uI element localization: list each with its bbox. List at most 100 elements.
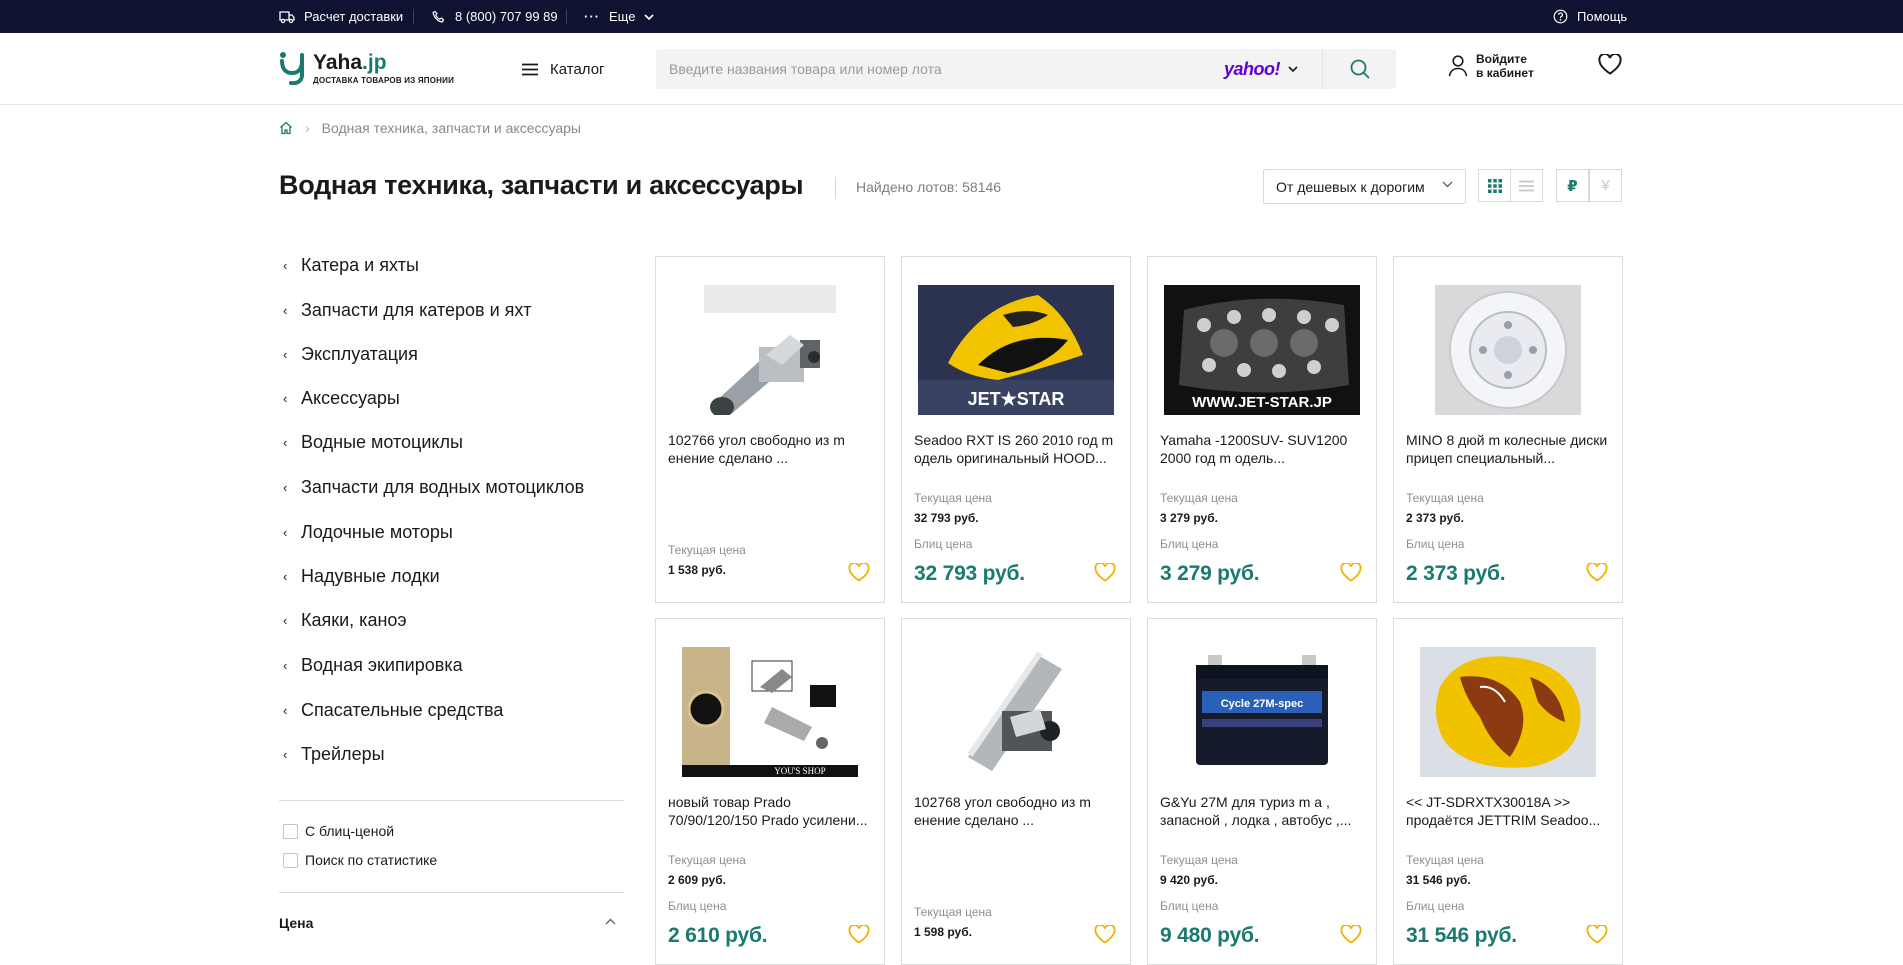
image-caption: WWW.JET-STAR.JP: [1192, 394, 1332, 411]
blitz-price-label: Блиц цена: [914, 537, 973, 551]
divider: [279, 892, 624, 893]
product-image-wrapper[interactable]: [656, 285, 884, 415]
blitz-price-label: Блиц цена: [1160, 537, 1219, 551]
checkbox[interactable]: [283, 852, 298, 868]
sidebar-category-label: Лодочные моторы: [301, 521, 453, 542]
blitz-price: 2 373 руб.: [1406, 562, 1506, 585]
blitz-price: 32 793 руб.: [914, 562, 1025, 585]
sort-select[interactable]: От дешевых к дорогим: [1263, 169, 1466, 204]
product-title[interactable]: G&Yu 27M для туриз m а , запасной , лодк…: [1160, 793, 1366, 829]
product-card[interactable]: MINO 8 дюй m колесные диски прицеп специ…: [1393, 256, 1623, 603]
product-image-wrapper[interactable]: [1394, 647, 1622, 777]
stats-filter-label: Поиск по статистике: [305, 852, 438, 868]
product-card[interactable]: JET★STAR Seadoo RXT IS 260 2010 год m оде…: [901, 256, 1131, 603]
list-view-button[interactable]: [1510, 169, 1543, 202]
sidebar-category[interactable]: ‹ Водная экипировка: [283, 651, 463, 679]
checkbox[interactable]: [283, 823, 298, 839]
sidebar-category[interactable]: ‹ Спасательные средства: [283, 696, 503, 724]
home-icon[interactable]: [279, 121, 293, 135]
product-title[interactable]: новый товар Prado 70/90/120/150 Prado ус…: [668, 793, 874, 829]
product-image-wrapper[interactable]: Cycle 27M-spec: [1148, 647, 1376, 777]
current-price: 32 793 руб.: [914, 511, 979, 525]
blitz-filter-checkbox[interactable]: С блиц-ценой: [283, 822, 394, 840]
current-price-label: Текущая цена: [668, 543, 746, 557]
sidebar-category-label: Спасательные средства: [301, 699, 504, 720]
product-title[interactable]: << JT-SDRXTX30018A >> продаётся JETTRIM …: [1406, 793, 1612, 829]
favorite-button[interactable]: [1094, 561, 1116, 587]
blitz-price: 3 279 руб.: [1160, 562, 1260, 585]
logo[interactable]: Yaha.jp ДОСТАВКА ТОВАРОВ ИЗ ЯПОНИИ: [279, 51, 454, 85]
product-image-wrapper[interactable]: JET★STAR: [902, 285, 1130, 415]
product-title[interactable]: MINO 8 дюй m колесные диски прицеп специ…: [1406, 431, 1612, 467]
login-link[interactable]: Войдите в кабинет: [1448, 52, 1534, 80]
current-price: 3 279 руб.: [1160, 511, 1218, 525]
favorite-button[interactable]: [1586, 561, 1608, 587]
truck-icon: [279, 10, 295, 23]
currency-yen-button[interactable]: ¥: [1589, 169, 1622, 202]
favorite-button[interactable]: [1340, 561, 1362, 587]
favorite-button[interactable]: [848, 561, 870, 587]
search-input[interactable]: [656, 49, 1216, 89]
sidebar-category[interactable]: ‹ Водные мотоциклы: [283, 428, 463, 456]
top-bar: Расчет доставки 8 (800) 707 99 89 ··· Ещ…: [0, 0, 1903, 33]
sidebar-category[interactable]: ‹ Запчасти для водных мотоциклов: [283, 473, 584, 501]
heart-icon: [1340, 923, 1362, 944]
phone-link[interactable]: 8 (800) 707 99 89: [432, 0, 558, 33]
favorite-button[interactable]: [1340, 923, 1362, 949]
catalog-button[interactable]: Каталог: [522, 57, 605, 81]
price-filter-toggle[interactable]: Цена: [279, 915, 624, 933]
product-image-wrapper[interactable]: WWW.JET-STAR.JP: [1148, 285, 1376, 415]
favorite-button[interactable]: [848, 923, 870, 949]
product-title[interactable]: 102768 угол свободно из m енение сделано…: [914, 793, 1120, 829]
search-source-select[interactable]: yahoo!: [1224, 49, 1298, 89]
product-title[interactable]: 102766 угол свободно из m енение сделано…: [668, 431, 874, 467]
breadcrumb: › Водная техника, запчасти и аксессуары: [279, 120, 581, 136]
product-image-wrapper[interactable]: YOU'S SHOP: [656, 647, 884, 777]
sidebar-category[interactable]: ‹ Катера и яхты: [283, 251, 419, 279]
divider: [835, 177, 836, 199]
product-title[interactable]: Seadoo RXT IS 260 2010 год m одель ориги…: [914, 431, 1120, 467]
divider: [413, 9, 414, 24]
delivery-calc-link[interactable]: Расчет доставки: [279, 0, 403, 33]
favorite-button[interactable]: [1586, 923, 1608, 949]
login-line-2: в кабинет: [1476, 66, 1534, 80]
search-button[interactable]: [1323, 49, 1396, 89]
chevron-left-icon: ‹: [283, 746, 288, 762]
sidebar-category[interactable]: ‹ Надувные лодки: [283, 562, 440, 590]
sidebar-category[interactable]: ‹ Трейлеры: [283, 740, 385, 768]
blitz-price-label: Блиц цена: [1406, 899, 1465, 913]
login-line-1: Войдите: [1476, 52, 1527, 66]
heart-icon: [848, 923, 870, 944]
product-title[interactable]: Yamaha -1200SUV- SUV1200 2000 год m одел…: [1160, 431, 1366, 467]
heart-icon: [848, 561, 870, 582]
product-card[interactable]: YOU'S SHOP новый товар Prado 70/90/120/15…: [655, 618, 885, 965]
product-image-wrapper[interactable]: [1394, 285, 1622, 415]
product-card[interactable]: 102768 угол свободно из m енение сделано…: [901, 618, 1131, 965]
product-card[interactable]: Cycle 27M-spec G&Yu 27M для туриз m а , з…: [1147, 618, 1377, 965]
product-card[interactable]: << JT-SDRXTX30018A >> продаётся JETTRIM …: [1393, 618, 1623, 965]
chevron-down-icon: [644, 13, 655, 20]
chevron-left-icon: ‹: [283, 434, 288, 450]
current-price-label: Текущая цена: [1160, 491, 1238, 505]
sidebar-category[interactable]: ‹ Каяки, каноэ: [283, 606, 407, 634]
sidebar-category[interactable]: ‹ Лодочные моторы: [283, 518, 453, 546]
stats-filter-checkbox[interactable]: Поиск по статистике: [283, 851, 437, 869]
heart-icon: [1586, 923, 1608, 944]
sidebar-category[interactable]: ‹ Эксплуатация: [283, 340, 418, 368]
chevron-left-icon: ‹: [283, 657, 288, 673]
help-link[interactable]: Помощь: [1553, 0, 1627, 33]
sidebar-category-label: Трейлеры: [301, 743, 385, 764]
product-card[interactable]: 102766 угол свободно из m енение сделано…: [655, 256, 885, 603]
currency-rub-button[interactable]: ₽: [1556, 169, 1589, 202]
product-image-wrapper[interactable]: [902, 647, 1130, 777]
current-price-label: Текущая цена: [914, 905, 992, 919]
more-menu[interactable]: ··· Еще: [584, 0, 655, 33]
sidebar-category[interactable]: ‹ Запчасти для катеров и яхт: [283, 296, 531, 324]
product-card[interactable]: WWW.JET-STAR.JP Yamaha -1200SUV- SUV1200 …: [1147, 256, 1377, 603]
sidebar-category[interactable]: ‹ Аксессуары: [283, 384, 400, 412]
favorite-button[interactable]: [1094, 923, 1116, 949]
favorites-button[interactable]: [1598, 52, 1622, 80]
grid-view-button[interactable]: [1478, 169, 1511, 202]
sort-value: От дешевых к дорогим: [1276, 178, 1425, 195]
sidebar-category-label: Водная экипировка: [301, 654, 463, 675]
